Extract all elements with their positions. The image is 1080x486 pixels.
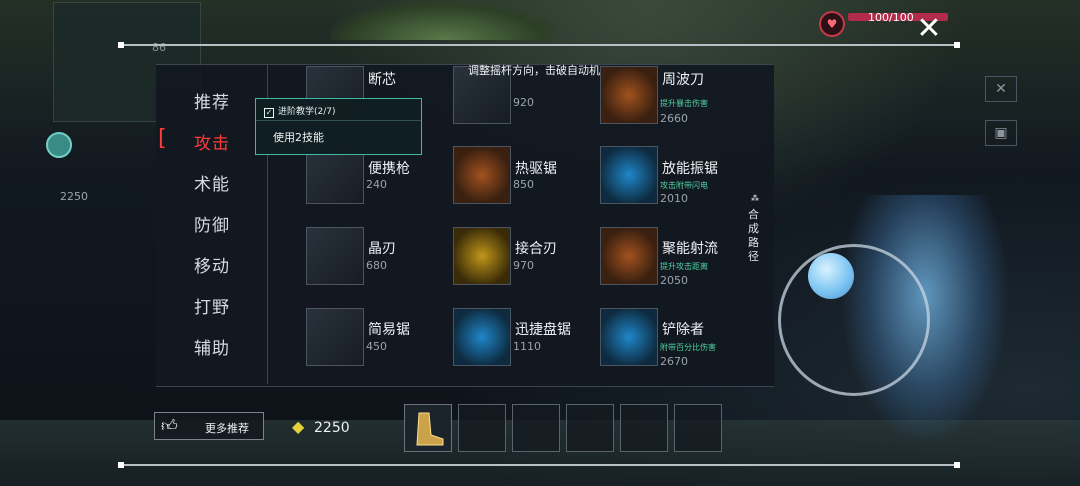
frame-corner-dot [954, 462, 960, 468]
category-jungle[interactable]: 打野 [194, 293, 230, 318]
item-price: 2660 [660, 112, 688, 125]
category-recommend[interactable]: 推荐 [194, 88, 230, 113]
item-name: 热驱锯 [515, 161, 557, 177]
frame-corner-dot [954, 42, 960, 48]
hint-text: 调整摇杆方向，击破自动机 [468, 64, 600, 77]
shield-icon[interactable]: ▣ [985, 120, 1017, 146]
frame-corner-dot [118, 462, 124, 468]
category-attack[interactable]: 攻击 [194, 129, 230, 154]
base-health-icon: ♥ [819, 11, 845, 37]
item-price: 450 [366, 340, 387, 353]
item-price: 970 [513, 259, 534, 272]
synth-path-icon: ⁂ [751, 194, 759, 203]
item-icon [306, 308, 364, 366]
left-gold-value: 2250 [60, 190, 88, 203]
item-icon [600, 146, 658, 204]
item-desc: 提升攻击距离 [660, 262, 708, 271]
frame-bottom-line [118, 464, 960, 466]
category-defense[interactable]: 防御 [194, 211, 230, 236]
equip-slot[interactable] [458, 404, 506, 452]
item-price: 2050 [660, 274, 688, 287]
shop-item[interactable]: 放能振锯 攻击附带闪电 2010 [600, 146, 750, 206]
gold-value: 2250 [314, 420, 350, 436]
item-price: 680 [366, 259, 387, 272]
frame-corner-dot [118, 42, 124, 48]
minimap-number: 86 [152, 41, 166, 54]
item-name: 晶刃 [368, 241, 396, 257]
category-support[interactable]: 辅助 [194, 334, 230, 359]
tutorial-title: 进阶教学(2/7) [278, 107, 336, 117]
more-recommend-button[interactable]: 👍︎ 更多推荐 [154, 412, 264, 440]
joystick-ring[interactable] [778, 244, 930, 396]
item-icon [600, 227, 658, 285]
item-price: 920 [513, 96, 534, 109]
item-name: 简易锯 [368, 322, 410, 338]
cancel-skill-icon[interactable]: ✕ [985, 76, 1017, 102]
shop-item[interactable]: 简易锯 450 [306, 308, 456, 368]
equip-slot[interactable] [404, 404, 452, 452]
item-name: 断芯 [368, 72, 396, 88]
more-recommend-label: 更多推荐 [205, 422, 249, 435]
tutorial-divider [256, 120, 421, 121]
tutorial-header: ✓ 进阶教学(2/7) [264, 104, 336, 118]
shop-item[interactable]: 周波刀 提升暴击伤害 2660 [600, 66, 750, 126]
checkbox-icon: ✓ [264, 108, 274, 118]
shop-item[interactable]: 便携枪 240 [306, 146, 456, 206]
tutorial-tooltip: ✓ 进阶教学(2/7) 使用2技能 [255, 98, 422, 155]
item-icon [600, 66, 658, 124]
item-name: 便携枪 [368, 161, 410, 177]
item-desc: 附带百分比伤害 [660, 343, 716, 352]
item-name: 聚能射流 [662, 241, 718, 257]
hero-avatar [46, 132, 72, 158]
item-icon [306, 227, 364, 285]
close-icon[interactable]: ✕ [915, 14, 943, 44]
shop-item[interactable]: 聚能射流 提升攻击距离 2050 [600, 227, 750, 287]
shop-item[interactable]: 晶刃 680 [306, 227, 456, 287]
base-health-text: 100/100 [868, 11, 914, 24]
active-category-bracket: [ [158, 126, 167, 151]
item-price: 2670 [660, 355, 688, 368]
item-desc: 提升暴击伤害 [660, 99, 708, 108]
item-name: 周波刀 [662, 72, 704, 88]
item-icon [600, 308, 658, 366]
item-price: 1110 [513, 340, 541, 353]
synth-path-tab[interactable]: 合成路径 [748, 208, 764, 264]
tutorial-body: 使用2技能 [273, 131, 324, 144]
category-movement[interactable]: 移动 [194, 252, 230, 277]
gold-icon: ◆ [292, 417, 305, 436]
thumbs-up-icon: 👍︎ [161, 416, 178, 435]
item-name: 接合刃 [515, 241, 557, 257]
item-icon [453, 146, 511, 204]
item-icon [453, 227, 511, 285]
item-icon [453, 308, 511, 366]
panel-divider [156, 386, 774, 387]
item-name: 铲除者 [662, 322, 704, 338]
equip-slot[interactable] [620, 404, 668, 452]
frame-top-line [118, 44, 960, 46]
equip-slot[interactable] [566, 404, 614, 452]
item-price: 850 [513, 178, 534, 191]
item-price: 240 [366, 178, 387, 191]
equip-slot[interactable] [512, 404, 560, 452]
item-name: 迅捷盘锯 [515, 322, 571, 338]
bush-scenery [330, 0, 560, 40]
shop-item[interactable]: 铲除者 附带百分比伤害 2670 [600, 308, 750, 368]
shop-item[interactable]: 热驱锯 850 [453, 146, 603, 206]
joystick-knob[interactable] [808, 253, 854, 299]
shop-item[interactable]: 接合刃 970 [453, 227, 603, 287]
shop-item[interactable]: 迅捷盘锯 1110 [453, 308, 603, 368]
boots-icon [416, 412, 444, 446]
equip-slot[interactable] [674, 404, 722, 452]
item-desc: 攻击附带闪电 [660, 181, 708, 190]
item-name: 放能振锯 [662, 161, 718, 177]
category-magic[interactable]: 术能 [194, 170, 230, 195]
item-price: 2010 [660, 192, 688, 205]
